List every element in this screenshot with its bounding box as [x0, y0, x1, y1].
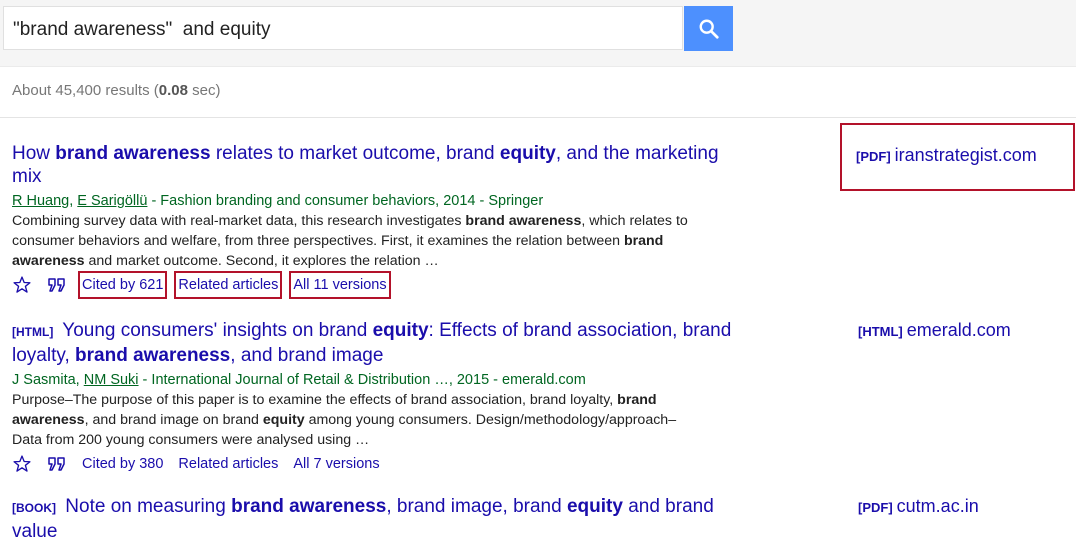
cite-quote-icon[interactable] — [47, 277, 67, 293]
result-title[interactable]: [HTML] Young consumers' insights on bran… — [12, 319, 752, 367]
result-actions: Cited by 380 Related articles All 7 vers… — [12, 454, 812, 474]
fulltext-link[interactable]: [HTML] emerald.com — [858, 320, 1011, 341]
result-item: [BOOK] Note on measuring brand awareness… — [12, 495, 812, 543]
results-stats: About 45,400 results (0.08 sec) — [12, 82, 221, 99]
result-snippet: Combining survey data with real-market d… — [12, 213, 688, 269]
author-link[interactable]: R Huang — [12, 193, 69, 209]
author-link[interactable]: E Sarigöllü — [77, 193, 147, 209]
result-item: How brand awareness relates to market ou… — [12, 142, 812, 299]
result-item: [HTML] Young consumers' insights on bran… — [12, 319, 812, 474]
fulltext-link[interactable]: [PDF] iranstrategist.com — [840, 123, 1075, 191]
result-title[interactable]: How brand awareness relates to market ou… — [12, 142, 752, 188]
all-versions-link[interactable]: All 11 versions — [289, 271, 391, 299]
related-articles-link[interactable]: Related articles — [178, 454, 278, 474]
star-icon[interactable] — [12, 454, 32, 474]
search-button[interactable] — [684, 6, 733, 51]
result-snippet: Purpose–The purpose of this paper is to … — [12, 392, 677, 448]
search-icon — [699, 19, 719, 39]
related-articles-link[interactable]: Related articles — [174, 271, 283, 299]
result-actions: Cited by 621 Related articles All 11 ver… — [12, 271, 812, 299]
divider — [0, 117, 1076, 118]
cite-quote-icon[interactable] — [47, 456, 67, 472]
star-icon[interactable] — [12, 275, 32, 295]
result-title[interactable]: [BOOK] Note on measuring brand awareness… — [12, 495, 752, 543]
cited-by-link[interactable]: Cited by 621 — [77, 271, 168, 299]
author-link[interactable]: NM Suki — [84, 372, 139, 388]
result-meta: R Huang, E Sarigöllü - Fashion branding … — [12, 193, 544, 209]
all-versions-link[interactable]: All 7 versions — [293, 454, 379, 474]
search-header: "brand awareness" and equity — [0, 0, 1076, 67]
cited-by-link[interactable]: Cited by 380 — [82, 454, 163, 474]
result-meta: J Sasmita, NM Suki - International Journ… — [12, 372, 586, 388]
search-input[interactable]: "brand awareness" and equity — [3, 6, 683, 50]
fulltext-link[interactable]: [PDF] cutm.ac.in — [858, 496, 979, 517]
